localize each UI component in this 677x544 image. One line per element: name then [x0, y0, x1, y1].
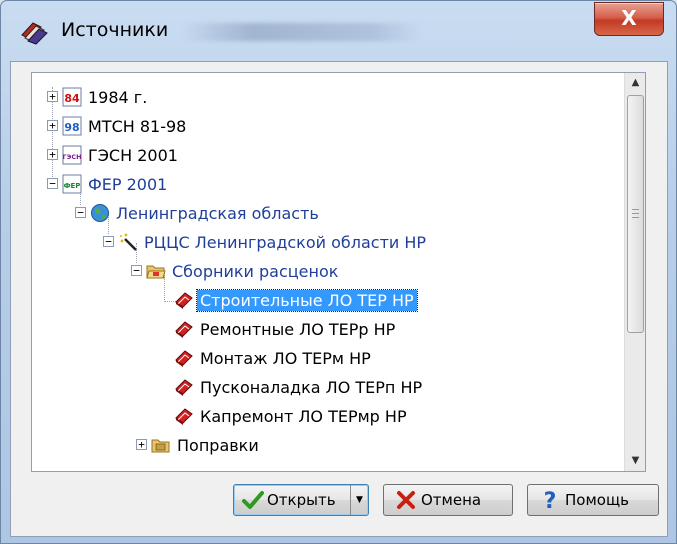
node-label: Сборники расценок [172, 261, 339, 281]
grip-line [632, 213, 639, 214]
collapse-toggle[interactable]: − [47, 178, 58, 189]
scroll-down-arrow-icon[interactable]: ▼ [625, 451, 645, 471]
grip-line [632, 209, 639, 210]
node-label: Поправки [177, 435, 259, 455]
book-84-icon: 84 [62, 87, 82, 107]
node-label: МТСН 81-98 [88, 116, 187, 136]
open-button[interactable]: Открыть ▼ [233, 484, 369, 516]
book-98-icon: 98 [62, 116, 82, 136]
red-book-icon [175, 408, 193, 425]
svg-text:?: ? [544, 489, 557, 511]
title-bar[interactable]: Источники X [1, 1, 676, 61]
collapse-toggle[interactable]: − [103, 236, 114, 247]
node-label: Капремонт ЛО ТЕРмр НР [200, 406, 407, 426]
help-button[interactable]: ? Помощь [527, 484, 659, 516]
source-tree[interactable]: + 84 1984 г. + 98 МТСН 81-98 + ГЭСН ГЭСН… [31, 72, 646, 472]
tree-node-installation-rates[interactable]: Монтаж ЛО ТЕРм НР [174, 344, 374, 372]
vertical-scrollbar[interactable]: ▲ ▼ [624, 73, 645, 471]
tree-node-commissioning-rates[interactable]: Пусконаладка ЛО ТЕРп НР [174, 373, 425, 401]
window-title: Источники [61, 19, 169, 41]
node-label: РЦЦС Ленинградской области НР [144, 232, 427, 252]
svg-text:ФЕР: ФЕР [64, 182, 81, 190]
tree-node-construction-rates[interactable]: Строительные ЛО ТЕР НР [174, 286, 418, 314]
cancel-button[interactable]: Отмена [383, 484, 513, 516]
tree-node-leningrad-region[interactable]: Ленинградская область [90, 199, 322, 227]
book-fer-icon: ФЕР [62, 174, 82, 194]
scroll-up-arrow-icon[interactable]: ▲ [625, 73, 645, 93]
collapse-toggle[interactable]: − [131, 265, 142, 276]
magic-wand-icon [120, 233, 137, 251]
expand-toggle[interactable]: + [47, 149, 58, 160]
books-icon [21, 22, 48, 45]
tree-node-amendments[interactable]: Поправки [151, 431, 262, 459]
title-background-blur [181, 23, 421, 41]
red-book-icon [175, 292, 193, 309]
node-label: ФЕР 2001 [88, 174, 168, 194]
node-label: 1984 г. [88, 87, 148, 107]
svg-text:98: 98 [64, 121, 79, 134]
node-label: Ленинградская область [116, 203, 319, 223]
grip-line [632, 217, 639, 218]
node-label: Монтаж ЛО ТЕРм НР [200, 348, 371, 368]
tree-content: + 84 1984 г. + 98 МТСН 81-98 + ГЭСН ГЭСН… [32, 73, 624, 471]
expand-toggle[interactable]: + [136, 439, 147, 450]
tree-node-repair-rates[interactable]: Ремонтные ЛО ТЕРр НР [174, 315, 398, 343]
cancel-button-label: Отмена [421, 491, 482, 509]
expand-toggle[interactable]: + [47, 91, 58, 102]
open-folder-icon [146, 265, 166, 279]
node-label: ГЭСН 2001 [88, 145, 178, 165]
svg-text:84: 84 [64, 92, 80, 105]
dialog-client-area: + 84 1984 г. + 98 МТСН 81-98 + ГЭСН ГЭСН… [10, 61, 668, 537]
collapse-toggle[interactable]: − [75, 207, 86, 218]
globe-icon [91, 204, 109, 222]
scroll-thumb[interactable] [627, 95, 644, 333]
red-book-icon [175, 321, 193, 338]
folder-icon [151, 439, 170, 453]
tree-node-mtsn[interactable]: 98 МТСН 81-98 [62, 112, 189, 140]
node-label: Пусконаладка ЛО ТЕРп НР [200, 377, 423, 397]
help-button-label: Помощь [565, 491, 629, 509]
dialog-window: Источники X + 84 1984 г. + 98 МТСН 81-98… [0, 0, 677, 544]
tree-node-rate-collections[interactable]: Сборники расценок [146, 257, 341, 285]
node-label: Ремонтные ЛО ТЕРр НР [200, 319, 396, 339]
open-button-label: Открыть [267, 491, 336, 509]
red-book-icon [175, 350, 193, 367]
help-question-icon: ? [544, 489, 557, 511]
tree-node-gesn[interactable]: ГЭСН ГЭСН 2001 [62, 141, 181, 169]
expand-toggle[interactable]: + [47, 120, 58, 131]
tree-node-major-repair-rates[interactable]: Капремонт ЛО ТЕРмр НР [174, 402, 410, 430]
checkmark-icon [242, 491, 264, 509]
close-button[interactable]: X [594, 2, 664, 36]
open-dropdown-arrow-icon[interactable]: ▼ [350, 485, 368, 515]
book-gesn-icon: ГЭСН [62, 145, 82, 165]
tree-node-fer[interactable]: ФЕР ФЕР 2001 [62, 170, 170, 198]
red-x-icon [397, 491, 415, 509]
red-book-icon [175, 379, 193, 396]
tree-node-1984[interactable]: 84 1984 г. [62, 83, 150, 111]
node-label: Строительные ЛО ТЕР НР [196, 288, 418, 312]
svg-text:ГЭСН: ГЭСН [62, 153, 81, 161]
tree-node-rccs[interactable]: РЦЦС Ленинградской области НР [118, 228, 429, 256]
